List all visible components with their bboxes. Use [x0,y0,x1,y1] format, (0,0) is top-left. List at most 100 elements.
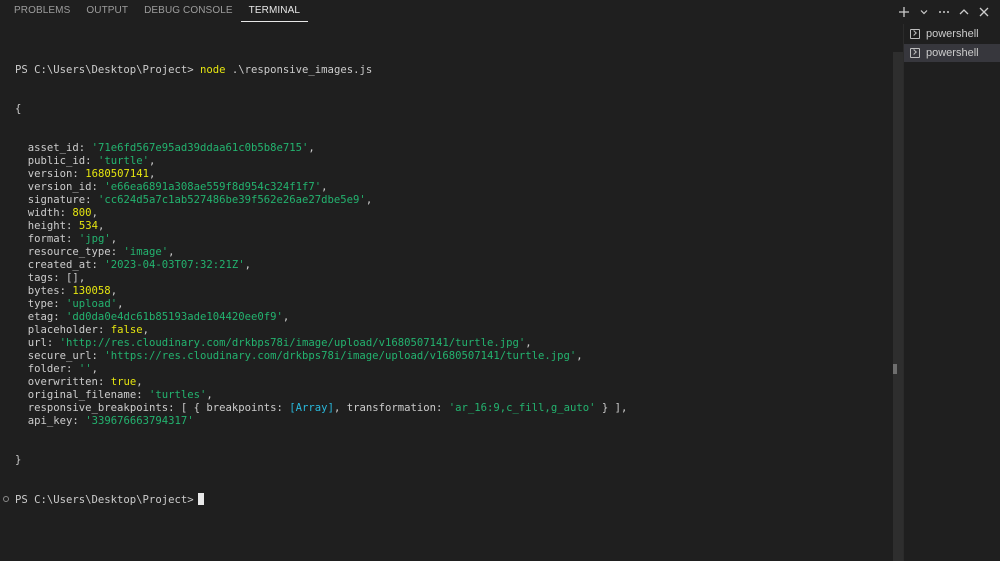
field-value: false [110,324,143,336]
array-ref: [Array] [289,402,334,414]
field-value: 'turtles' [148,389,207,401]
tab-output[interactable]: OUTPUT [78,0,136,22]
field-key: format [27,233,67,245]
field-key: signature [27,194,86,206]
object-field-line: url: 'http://res.cloudinary.com/drkbps78… [27,337,532,349]
object-field-line: format: 'jpg', [27,233,118,245]
field-value: 130058 [72,285,111,297]
chevron-down-icon[interactable] [914,2,934,22]
field-value: } ], [595,402,628,414]
field-value: true [110,376,137,388]
object-field-line: etag: 'dd0da0e4dc61b85193ade104420ee0f9'… [27,311,290,323]
prompt-text: PS C:\Users\Desktop\Project> [15,64,194,76]
object-field-line: secure_url: 'https://res.cloudinary.com/… [27,350,583,362]
object-field-line: created_at: '2023-04-03T07:32:21Z', [27,259,252,271]
plus-icon[interactable] [894,2,914,22]
object-field-line: responsive_breakpoints: [ { breakpoints:… [27,402,628,414]
field-key: asset_id [27,142,79,154]
field-value: '' [78,363,92,375]
panel-actions [894,2,994,22]
field-value: 'image' [123,246,169,258]
field-key: tags [27,272,54,284]
field-value: 'https://res.cloudinary.com/drkbps78i/im… [104,350,577,362]
field-key: width [27,207,60,219]
object-field-line: original_filename: 'turtles', [27,389,213,401]
field-value: 'turtle' [97,155,149,167]
terminal-list: powershell powershell [903,24,1000,561]
object-field-line: version_id: 'e66ea6891a308ae559f8d954c32… [27,181,328,193]
field-value: 'jpg' [78,233,111,245]
terminal-scrollbar[interactable] [893,52,903,561]
object-field-line: folder: '', [27,363,98,375]
field-key: placeholder [27,324,98,336]
object-field-line: resource_type: 'image', [27,246,175,258]
field-key: resource_type [27,246,111,258]
object-field-line: tags: [], [27,272,86,284]
field-value: 800 [72,207,92,219]
field-key: public_id [27,155,86,167]
terminal-cursor [197,493,204,505]
tab-terminal[interactable]: TERMINAL [240,0,309,22]
tab-problems[interactable]: PROBLEMS [0,0,78,22]
field-key: created_at [27,259,92,271]
field-value: '339676663794317' [85,415,194,427]
object-fields: asset_id: '71e6fd567e95ad39ddaa61c0b5b8e… [0,142,893,428]
field-key: secure_url [27,350,92,362]
command-arg: .\responsive_images.js [231,64,373,76]
terminal-list-label: powershell [926,47,979,59]
field-key: version [27,168,73,180]
field-key: version_id [27,181,92,193]
object-field-line: api_key: '339676663794317' [27,415,194,427]
object-field-line: public_id: 'turtle', [27,155,156,167]
field-key: bytes [27,285,60,297]
field-value: 'dd0da0e4dc61b85193ade104420ee0f9' [66,311,283,323]
object-field-line: asset_id: '71e6fd567e95ad39ddaa61c0b5b8e… [27,142,315,154]
terminal-list-item[interactable]: powershell [904,25,1000,43]
close-icon[interactable] [974,2,994,22]
field-key: responsive_breakpoints [27,402,169,414]
prompt-text: PS C:\Users\Desktop\Project> [15,494,194,506]
field-value: 'e66ea6891a308ae559f8d954c324f1f7' [104,181,322,193]
prompt-status-icon [3,496,9,502]
terminal-list-label: powershell [926,28,979,40]
close-brace: } [15,454,22,466]
object-field-line: version: 1680507141, [27,168,156,180]
field-value: 534 [78,220,98,232]
field-value: 'upload' [66,298,118,310]
field-key: url [27,337,47,349]
terminal-output[interactable]: PS C:\Users\Desktop\Project> node .\resp… [0,38,893,561]
terminal-icon [910,48,920,58]
field-key: height [27,220,67,232]
field-value: [] [66,272,79,284]
object-field-line: placeholder: false, [27,324,149,336]
field-key: overwritten [27,376,98,388]
scrollbar-marker [893,364,897,374]
field-value: [ { breakpoints: [180,402,290,414]
open-brace: { [15,103,22,115]
chevron-up-icon[interactable] [954,2,974,22]
object-field-line: signature: 'cc624d5a7c1ab527486be39f562e… [27,194,373,206]
field-value: 'http://res.cloudinary.com/drkbps78i/ima… [59,337,526,349]
field-value: 'cc624d5a7c1ab527486be39f562e26ae27dbe5e… [97,194,366,206]
command-text: node [199,64,226,76]
field-value: '71e6fd567e95ad39ddaa61c0b5b8e715' [91,142,309,154]
field-key: etag [27,311,54,323]
terminal-icon [910,29,920,39]
more-icon[interactable] [934,2,954,22]
object-field-line: bytes: 130058, [27,285,118,297]
command-line: PS C:\Users\Desktop\Project> node .\resp… [0,64,893,77]
field-value: , transformation: [333,402,449,414]
field-key: folder [27,363,67,375]
field-key: type [27,298,54,310]
field-value: '2023-04-03T07:32:21Z' [104,259,245,271]
terminal-list-item[interactable]: powershell [904,44,1000,62]
object-field-line: overwritten: true, [27,376,143,388]
object-field-line: height: 534, [27,220,105,232]
field-key: original_filename [27,389,137,401]
field-value: 1680507141 [85,168,149,180]
tab-debug-console[interactable]: DEBUG CONSOLE [136,0,241,22]
field-key: api_key [27,415,73,427]
field-value: 'ar_16:9,c_fill,g_auto' [448,402,596,414]
panel-tab-bar: PROBLEMS OUTPUT DEBUG CONSOLE TERMINAL [0,0,1000,24]
active-prompt-line: PS C:\Users\Desktop\Project> [0,493,893,506]
